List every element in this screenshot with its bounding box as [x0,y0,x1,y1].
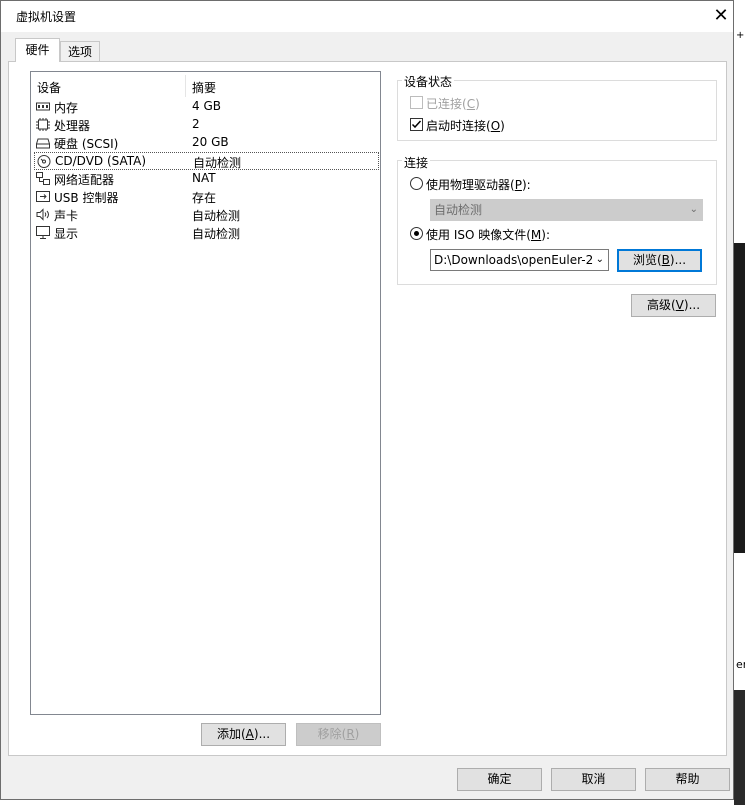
tab-options[interactable]: 选项 [60,41,100,61]
network-adapter-icon [36,172,50,185]
device-summary: 自动检测 [192,227,241,241]
display-icon [36,226,50,239]
device-summary: NAT [192,171,216,185]
tab-hardware-label: 硬件 [25,43,50,57]
background-window-dark-strip-bottom [734,690,745,805]
memory-icon [36,102,50,111]
tab-hardware[interactable]: 硬件 [15,38,60,62]
device-row-processor[interactable]: 处理器 2 [34,116,379,134]
ok-button[interactable]: 确定 [457,768,542,791]
dialog-title: 虚拟机设置 [16,10,77,24]
device-name: USB 控制器 [54,191,119,205]
title-bar[interactable]: 虚拟机设置 ✕ [1,1,733,32]
add-device-label: 添加(A)... [216,727,271,741]
device-row-hard-disk[interactable]: 硬盘 (SCSI) 20 GB [34,134,379,152]
device-row-network-adapter[interactable]: 网络适配器 NAT [34,170,379,188]
cd-dvd-icon [37,155,51,168]
column-header-summary[interactable]: 摘要 [192,79,216,96]
device-summary: 2 [192,117,200,131]
column-header-device[interactable]: 设备 [37,79,61,96]
physical-drive-value: 自动检测 [434,203,483,217]
device-name: 内存 [54,101,79,115]
help-button[interactable]: 帮助 [645,768,730,791]
browse-label: 浏览(B)... [632,253,687,267]
device-summary: 自动检测 [192,209,241,223]
ok-label: 确定 [487,772,512,786]
device-name: CD/DVD (SATA) [55,154,147,168]
device-row-usb-controller[interactable]: USB 控制器 存在 [34,188,379,206]
device-status-title: 设备状态 [402,73,455,90]
device-name: 网络适配器 [54,173,115,187]
device-name: 处理器 [54,119,91,133]
device-row-cd-dvd[interactable]: CD/DVD (SATA) 自动检测 [34,152,379,170]
device-summary: 4 GB [192,99,221,113]
iso-file-label[interactable]: 使用 ISO 映像文件(M): [426,226,550,243]
remove-device-label: 移除(R) [317,727,360,741]
background-window-dark-strip [734,243,745,553]
iso-file-radio[interactable] [410,227,423,240]
device-name: 硬盘 (SCSI) [54,137,119,151]
remove-device-button[interactable]: 移除(R) [296,723,381,746]
hard-disk-icon [36,138,50,149]
connect-on-start-checkbox[interactable] [410,118,423,131]
add-device-button[interactable]: 添加(A)... [201,723,286,746]
background-window-text: + [736,30,745,41]
connect-on-start-label[interactable]: 启动时连接(O) [426,117,505,134]
device-summary: 自动检测 [193,156,242,170]
vm-settings-dialog: 虚拟机设置 ✕ 硬件 选项 设备 摘要 内存 4 GB 处理器 2 硬盘 (SC… [0,0,734,800]
device-row-memory[interactable]: 内存 4 GB [34,98,379,116]
iso-path-value: D:\Downloads\openEuler-22 [434,253,601,267]
close-icon[interactable]: ✕ [709,4,733,28]
physical-drive-label[interactable]: 使用物理驱动器(P): [426,176,531,193]
device-summary: 20 GB [192,135,229,149]
cancel-button[interactable]: 取消 [551,768,636,791]
connected-checkbox[interactable] [410,96,423,109]
device-row-sound-card[interactable]: 声卡 自动检测 [34,206,379,224]
chevron-down-icon: ⌄ [593,250,604,270]
usb-controller-icon [36,191,50,202]
device-name: 声卡 [54,209,79,223]
device-row-display[interactable]: 显示 自动检测 [34,224,379,242]
iso-path-select[interactable]: D:\Downloads\openEuler-22 ⌄ [430,249,609,271]
column-divider [185,75,186,97]
advanced-label: 高级(V)... [646,298,701,312]
connected-label[interactable]: 已连接(C) [426,95,480,112]
cancel-label: 取消 [581,772,606,786]
connection-title: 连接 [402,154,431,171]
advanced-button[interactable]: 高级(V)... [631,294,716,317]
checkmark-icon [411,120,422,129]
background-window-text: er [736,658,745,671]
tab-options-label: 选项 [67,45,92,59]
physical-drive-select[interactable]: 自动检测 ⌄ [430,199,703,221]
physical-drive-radio[interactable] [410,177,423,190]
browse-button[interactable]: 浏览(B)... [617,249,702,272]
device-name: 显示 [54,227,79,241]
help-label: 帮助 [675,772,700,786]
sound-card-icon [36,208,49,221]
chevron-down-icon: ⌄ [689,204,698,215]
processor-icon [36,118,50,131]
device-summary: 存在 [192,191,217,205]
